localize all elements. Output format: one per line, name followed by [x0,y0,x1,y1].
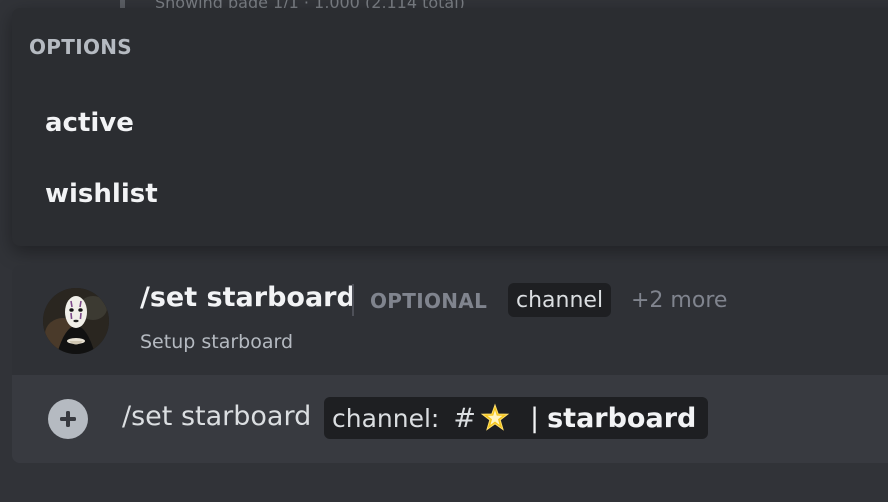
option-wishlist[interactable]: wishlist [12,165,872,223]
option-active[interactable]: active [12,94,872,152]
command-name: /set starboard [140,282,356,313]
glowing-star-icon [480,403,510,433]
optional-label: OPTIONAL [370,289,488,313]
input-command-text[interactable]: /set starboard [122,401,311,432]
more-params[interactable]: +2 more [631,288,727,313]
bot-avatar [43,288,109,354]
command-card: /set starboard OPTIONAL channel +2 more … [12,265,888,463]
add-attachment-button[interactable] [48,399,88,439]
divider [352,284,354,316]
channel-name: starboard [547,402,697,434]
discord-chat-view: Showing page 1/1 · 1,000 (2,114 total) O… [0,0,888,502]
input-param-name: channel: [332,403,440,433]
options-popup: OPTIONS active wishlist [12,8,888,246]
param-chip-channel[interactable]: channel [508,283,612,317]
plus-icon [60,411,76,427]
channel-hash-icon: # [453,402,476,434]
message-input-bar[interactable]: /set starboard channel: # | starboard [12,375,888,463]
command-info: /set starboard OPTIONAL channel +2 more … [12,265,888,375]
input-param-channel[interactable]: channel: # | starboard [324,397,709,439]
channel-separator: | [529,402,540,434]
options-header: OPTIONS [29,35,132,59]
command-description: Setup starboard [140,331,294,353]
no-face-avatar-icon [43,288,109,354]
